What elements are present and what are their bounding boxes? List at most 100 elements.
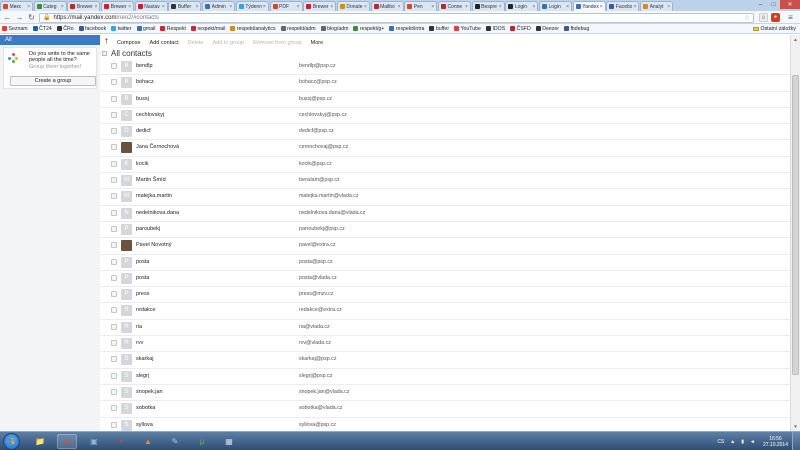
contact-name[interactable]: matejka.martin <box>136 193 172 199</box>
more-action[interactable]: More <box>311 40 324 46</box>
bookmark-item[interactable]: ČSFD <box>510 26 531 32</box>
bookmark-item[interactable]: fbdebug <box>563 26 589 32</box>
contact-email[interactable]: skarkaj@psp.cz <box>299 356 336 362</box>
media-center-icon[interactable]: ▣ <box>84 434 104 449</box>
tab-close-icon[interactable]: × <box>27 4 30 10</box>
contact-email[interactable]: benslam@psp.cz <box>299 177 340 183</box>
menu-icon[interactable]: ≡ <box>786 13 795 22</box>
contact-row[interactable]: Rredakce redakce@extra.cz <box>100 303 790 320</box>
tab-close-icon[interactable]: × <box>499 4 502 10</box>
contact-checkbox[interactable] <box>111 177 117 184</box>
contact-checkbox[interactable] <box>111 95 117 102</box>
contact-email[interactable]: kocik@psp.cz <box>299 161 332 167</box>
bookmark-item[interactable]: Deezer <box>535 26 559 32</box>
browser-tab[interactable]: Pen × <box>404 1 438 11</box>
contact-checkbox[interactable] <box>111 79 117 86</box>
scroll-down-icon[interactable]: ▼ <box>791 422 800 431</box>
contact-name[interactable]: Pavel Novotný <box>136 242 171 248</box>
bookmark-item[interactable]: respekt/adm <box>280 26 316 32</box>
contact-email[interactable]: parroubekj@psp.cz <box>299 226 345 232</box>
contact-name[interactable]: bendlp <box>136 63 153 69</box>
bookmark-item[interactable]: ČRo <box>56 26 74 32</box>
paint-icon[interactable]: ✎ <box>165 434 185 449</box>
contact-checkbox[interactable] <box>111 405 117 412</box>
reload-icon[interactable]: ↻ <box>27 13 36 22</box>
tab-close-icon[interactable]: × <box>398 4 401 10</box>
browser-tab[interactable]: Brewer × <box>101 1 135 11</box>
contact-checkbox[interactable] <box>111 388 117 395</box>
contact-name[interactable]: bohacz <box>136 79 154 85</box>
contact-checkbox[interactable] <box>111 63 117 69</box>
network-icon[interactable]: ▮ <box>741 439 744 445</box>
bookmark-item[interactable]: Seznam <box>2 26 28 32</box>
contact-checkbox[interactable] <box>111 340 117 347</box>
tab-close-icon[interactable]: × <box>431 4 434 10</box>
contact-checkbox[interactable] <box>111 209 117 216</box>
clock[interactable]: 16:56 27.10.2014 <box>763 436 788 448</box>
contact-name[interactable]: syllova <box>136 422 153 428</box>
contact-row[interactable]: Bbussj bussj@psp.cz <box>100 92 790 108</box>
contact-name[interactable]: redakce <box>136 307 156 313</box>
tab-close-icon[interactable]: × <box>61 4 64 10</box>
tab-close-icon[interactable]: × <box>229 4 232 10</box>
browser-tab[interactable]: Brewer × <box>67 1 101 11</box>
browser-tab[interactable]: Brewer × <box>303 1 337 11</box>
add-contact-action[interactable]: Add contact <box>150 40 179 46</box>
contact-row[interactable]: Bbendlp bendlp@psp.cz <box>100 59 790 76</box>
create-group-button[interactable]: Create a group <box>10 76 96 86</box>
extension-badge-icon[interactable]: ● <box>771 13 780 22</box>
browser-tab[interactable]: Bespre × <box>471 1 505 11</box>
contact-row[interactable]: Kkocik kocik@psp.cz <box>100 157 790 174</box>
volume-icon[interactable]: ◄ <box>750 439 755 445</box>
arrow-up-icon[interactable]: 🠕 <box>105 37 113 48</box>
tab-close-icon[interactable]: × <box>566 4 569 10</box>
contact-email[interactable]: dedicf@psp.cz <box>299 128 334 134</box>
contact-name[interactable]: bussj <box>136 96 149 102</box>
contact-row[interactable]: Bbohacz bohacz@psp.cz <box>100 75 790 92</box>
chrome-icon[interactable]: ● <box>57 434 77 449</box>
browser-tab[interactable]: PDF × <box>269 1 303 11</box>
contact-name[interactable]: sobotka <box>136 405 155 411</box>
contact-email[interactable]: cernochovaj@psp.cz <box>299 144 348 150</box>
contact-name[interactable]: kocik <box>136 161 149 167</box>
show-desktop-button[interactable] <box>792 432 800 450</box>
bookmark-item[interactable]: ČT24 <box>32 26 52 32</box>
contact-checkbox[interactable] <box>111 323 117 330</box>
browser-tab[interactable]: Donate × <box>336 1 370 11</box>
contact-row[interactable]: Rrvv rvv@vlada.cz <box>100 336 790 353</box>
contact-checkbox[interactable] <box>111 144 117 151</box>
tab-close-icon[interactable]: × <box>128 4 131 10</box>
browser-tab[interactable]: Микс × <box>0 1 33 11</box>
tab-close-icon[interactable]: × <box>162 4 165 10</box>
tab-close-icon[interactable]: × <box>330 4 333 10</box>
contact-row[interactable]: Sskarkaj skarkaj@psp.cz <box>100 352 790 369</box>
tab-close-icon[interactable]: × <box>667 4 670 10</box>
maximize-button[interactable]: □ <box>767 0 780 9</box>
contact-checkbox[interactable] <box>111 225 117 232</box>
contact-email[interactable]: ria@vlada.cz <box>299 324 330 330</box>
browser-tab[interactable]: Conne × <box>437 1 471 11</box>
close-window-button[interactable]: ✕ <box>780 0 800 9</box>
tab-close-icon[interactable]: × <box>600 4 603 10</box>
contact-checkbox[interactable] <box>111 291 117 298</box>
contact-email[interactable]: posta@vlada.cz <box>299 275 337 281</box>
contact-name[interactable]: nedelnikova.dana <box>136 210 179 216</box>
scroll-thumb[interactable] <box>792 75 799 375</box>
explorer-icon[interactable]: 📁 <box>30 434 50 449</box>
utorrent-icon[interactable]: µ <box>192 434 212 449</box>
start-button[interactable] <box>3 433 20 450</box>
contact-email[interactable]: bohacz@psp.cz <box>299 79 337 85</box>
bookmark-item[interactable]: respekt/g+ <box>353 26 384 32</box>
contact-checkbox[interactable] <box>111 193 117 200</box>
bookmark-item[interactable]: respekt/analytics <box>230 26 276 32</box>
contact-checkbox[interactable] <box>111 356 117 363</box>
contact-row[interactable]: Pposta posta@psp.cz <box>100 255 790 271</box>
contact-email[interactable]: pavel@extra.cz <box>299 242 336 248</box>
contact-row[interactable]: Pavel Novotný pavel@extra.cz <box>100 238 790 255</box>
bookmark-item[interactable]: gmail <box>136 26 155 32</box>
bookmark-item[interactable]: blog/adm <box>320 26 348 32</box>
contact-row[interactable]: Ccechlovskyj cechlovskyj@psp.cz <box>100 108 790 125</box>
bookmark-item[interactable]: facebook <box>78 26 106 32</box>
browser-tab[interactable]: Analyt × <box>640 1 674 11</box>
contact-email[interactable]: redakce@extra.cz <box>299 307 342 313</box>
